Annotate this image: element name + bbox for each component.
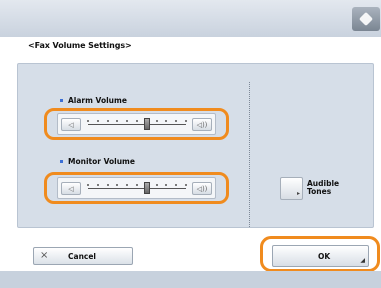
alarm-bullet-icon	[60, 99, 63, 102]
corner-arrow-icon: ◢	[360, 257, 365, 264]
audible-tones-label: Audible Tones	[307, 180, 339, 196]
cancel-label: Cancel	[68, 252, 97, 261]
monitor-tick	[106, 184, 109, 186]
monitor-tick	[126, 184, 129, 186]
alarm-volume-slider[interactable]: ◁ ◁))	[57, 113, 216, 135]
alarm-tick	[96, 120, 99, 122]
panel-divider	[249, 82, 250, 227]
monitor-track	[87, 182, 187, 194]
page-title: <Fax Volume Settings>	[28, 41, 132, 50]
cube-icon	[358, 11, 374, 27]
monitor-tick	[175, 184, 178, 186]
chevron-right-icon: ▸	[296, 190, 300, 197]
alarm-volume-label: Alarm Volume	[68, 96, 127, 105]
cancel-button[interactable]: × Cancel	[33, 247, 133, 265]
alarm-tick	[87, 120, 89, 122]
monitor-increase-button[interactable]: ◁))	[192, 182, 212, 195]
alarm-tick	[155, 120, 158, 122]
device-icon[interactable]	[352, 7, 380, 31]
alarm-tick	[136, 120, 138, 122]
monitor-slider-thumb[interactable]	[143, 182, 150, 194]
ok-label: OK	[318, 252, 331, 261]
alarm-slider-thumb[interactable]	[143, 118, 150, 130]
bottom-bar	[0, 271, 381, 288]
alarm-decrease-button[interactable]: ◁	[61, 118, 81, 131]
alarm-tick	[106, 120, 109, 122]
monitor-tick	[96, 184, 99, 186]
monitor-decrease-button[interactable]: ◁	[61, 182, 81, 195]
top-bar	[0, 0, 381, 37]
alarm-tick	[185, 120, 187, 122]
monitor-tick	[165, 184, 168, 186]
monitor-tick	[87, 184, 89, 186]
monitor-tick	[116, 184, 119, 186]
alarm-tick	[126, 120, 129, 122]
alarm-tick	[165, 120, 168, 122]
monitor-volume-slider[interactable]: ◁ ◁))	[57, 177, 216, 199]
monitor-tick	[185, 184, 187, 186]
audible-label-line2: Tones	[307, 187, 332, 196]
close-icon: ×	[40, 250, 49, 261]
monitor-bullet-icon	[60, 160, 63, 163]
alarm-increase-button[interactable]: ◁))	[192, 118, 212, 131]
monitor-tick	[136, 184, 138, 186]
alarm-tick	[175, 120, 178, 122]
monitor-volume-label: Monitor Volume	[68, 157, 135, 166]
alarm-track	[87, 118, 187, 130]
monitor-tick	[155, 184, 158, 186]
ok-button[interactable]: OK ◢	[272, 245, 369, 267]
audible-tones-button[interactable]: ▸	[280, 177, 303, 200]
alarm-tick	[116, 120, 119, 122]
